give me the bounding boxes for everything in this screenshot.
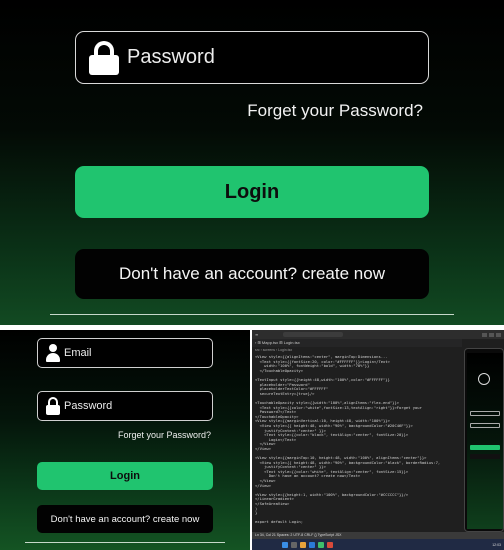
editor-titlebar: ≡ bbox=[252, 330, 504, 339]
password-placeholder: Password bbox=[127, 46, 215, 68]
folder-icon[interactable] bbox=[300, 541, 306, 548]
login-button[interactable]: Login bbox=[37, 462, 213, 490]
zoomed-login-panel: Password Forget your Password? Login Don… bbox=[0, 0, 504, 325]
menu-icon[interactable]: ≡ bbox=[255, 332, 258, 337]
browser-icon[interactable] bbox=[327, 541, 333, 548]
search-icon[interactable] bbox=[291, 541, 297, 548]
start-icon[interactable] bbox=[282, 541, 288, 548]
status-bar: Ln 34, Col 21 Spaces: 2 UTF-8 CRLF {} Ty… bbox=[252, 532, 504, 539]
email-field[interactable]: Email bbox=[37, 338, 213, 368]
editor-tabs[interactable]: › ⊞ Mapp.tsx ⊞ Login.tsx bbox=[252, 339, 462, 347]
create-account-button[interactable]: Don't have an account? create now bbox=[37, 505, 213, 533]
code-line[interactable]: export default Login; bbox=[255, 520, 464, 525]
create-account-button[interactable]: Don't have an account? create now bbox=[75, 249, 429, 299]
password-field[interactable]: Password bbox=[37, 391, 213, 421]
password-field[interactable]: Password bbox=[75, 31, 429, 84]
phone-emulator[interactable] bbox=[464, 348, 504, 532]
lock-icon bbox=[89, 41, 119, 75]
vscode-icon[interactable] bbox=[309, 541, 315, 548]
email-placeholder: Email bbox=[64, 347, 92, 359]
code-editor-panel: ≡ › ⊞ Mapp.tsx ⊞ Login.tsx src › screens… bbox=[252, 330, 504, 550]
emulator-email-field bbox=[470, 411, 500, 416]
emulator-create-button bbox=[470, 454, 500, 459]
forget-password-link[interactable]: Forget your Password? bbox=[118, 430, 211, 440]
emulator-password-field bbox=[470, 423, 500, 428]
emulator-screen bbox=[467, 353, 503, 529]
emulator-login-button bbox=[470, 445, 500, 450]
lock-icon bbox=[46, 397, 60, 415]
login-button[interactable]: Login bbox=[75, 166, 429, 218]
app-logo-icon bbox=[478, 373, 490, 385]
divider bbox=[25, 542, 225, 543]
window-controls[interactable] bbox=[482, 332, 501, 337]
breadcrumb: src › screens › Login.tsx bbox=[255, 348, 293, 352]
command-search[interactable] bbox=[283, 332, 344, 337]
taskbar: 12:03 bbox=[252, 539, 504, 550]
clock: 12:03 bbox=[492, 542, 501, 547]
android-icon[interactable] bbox=[318, 541, 324, 548]
divider bbox=[50, 314, 454, 315]
code-area[interactable]: <View style={{alignItems:"center", margi… bbox=[252, 355, 464, 535]
user-icon bbox=[46, 344, 60, 362]
password-placeholder: Password bbox=[64, 400, 113, 412]
phone-login-panel: Email Password Forget your Password? Log… bbox=[0, 330, 250, 550]
forget-password-link[interactable]: Forget your Password? bbox=[247, 101, 423, 121]
